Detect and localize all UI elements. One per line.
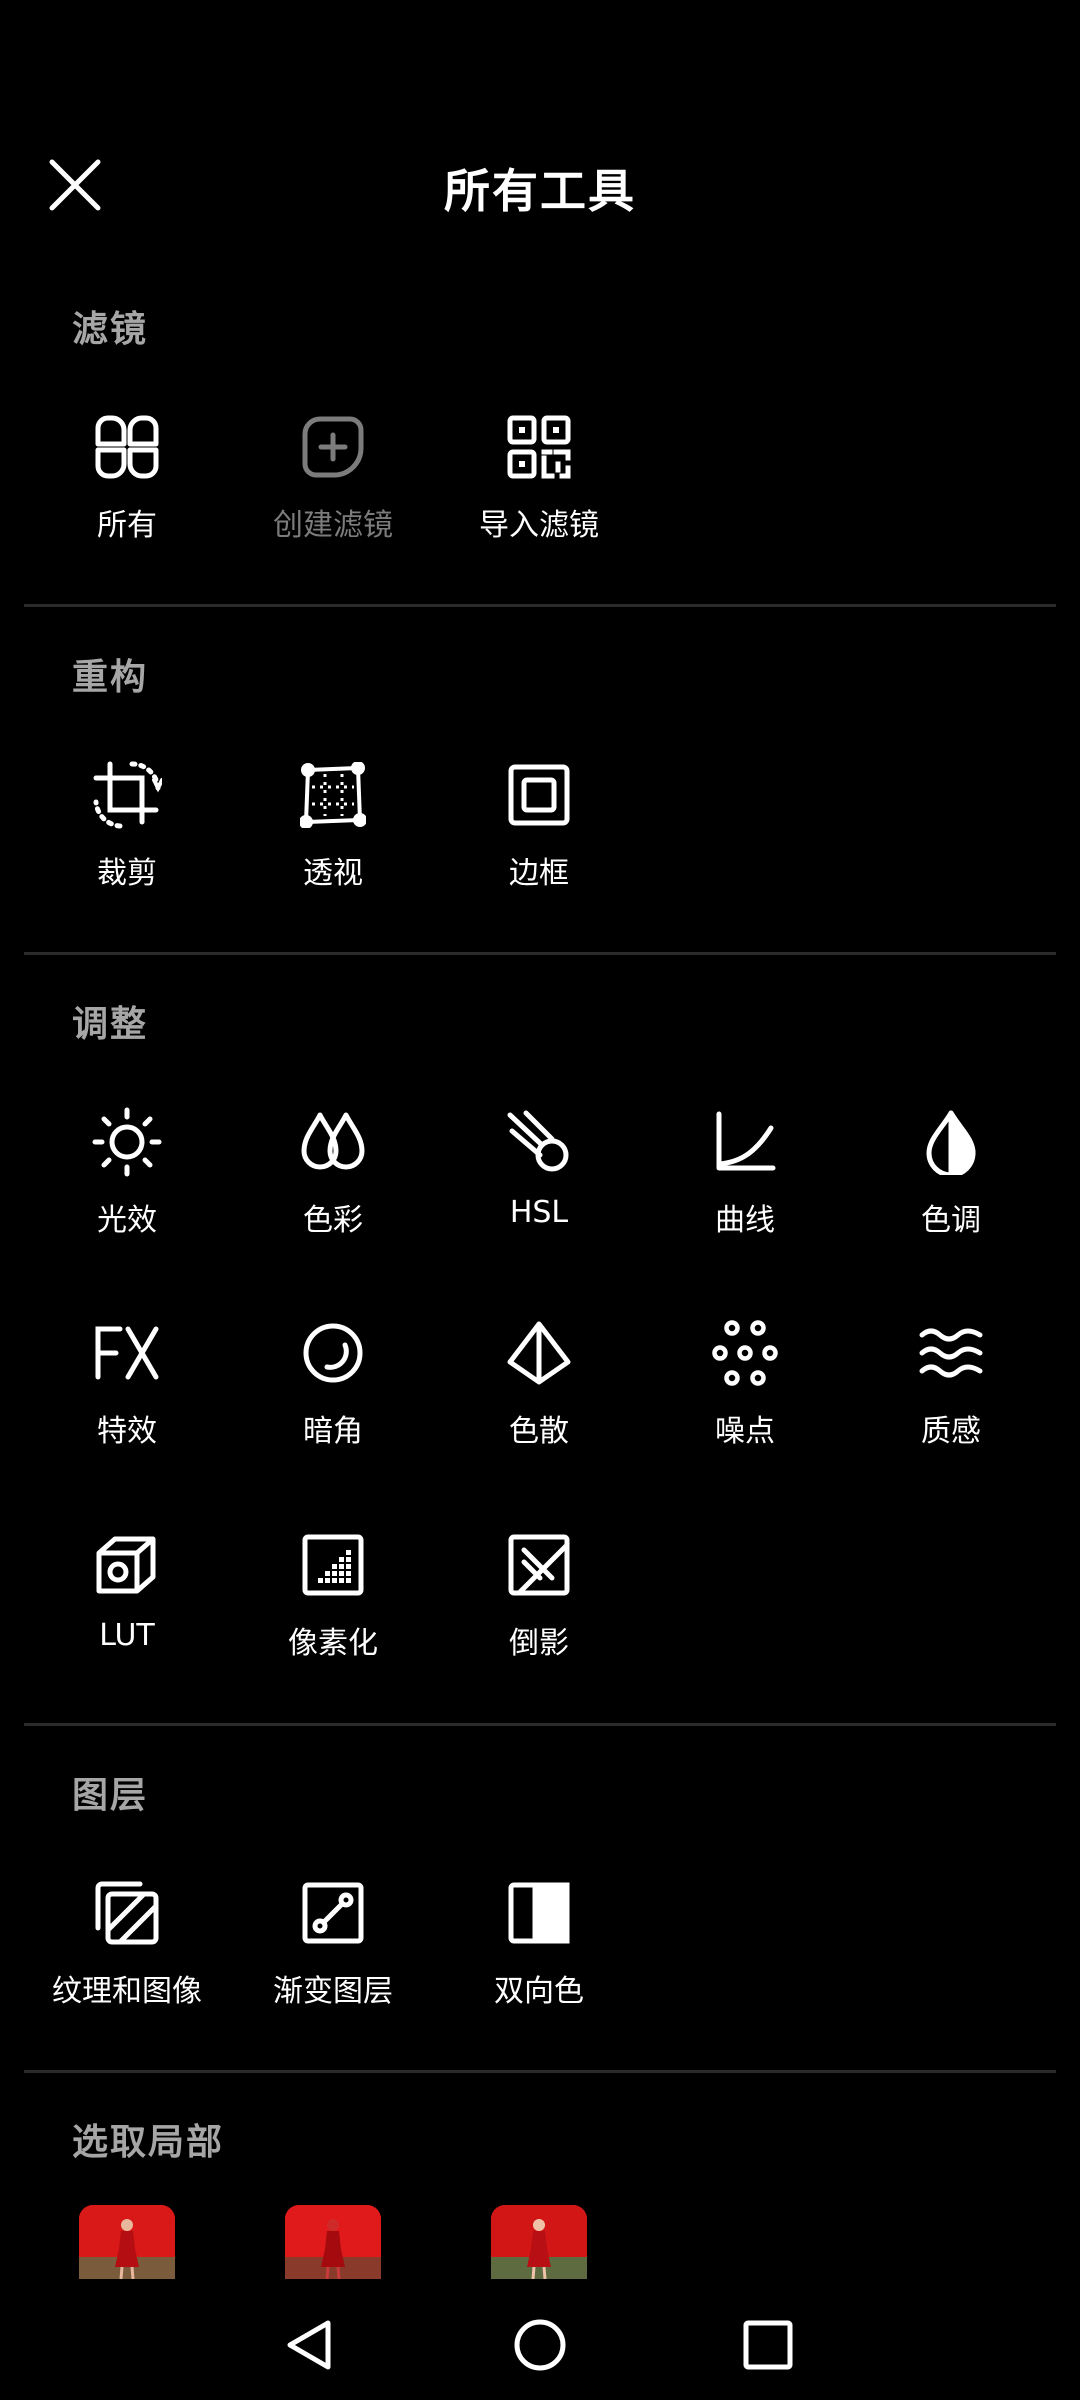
tool-label: 纹理和图像: [52, 1974, 202, 2009]
tool-hsl[interactable]: HSL: [436, 1107, 642, 1247]
section-reconstruct: 重构 裁剪 透视 边框: [0, 648, 1080, 955]
tool-noise[interactable]: 噪点: [642, 1318, 848, 1458]
duotone-icon: [504, 1878, 574, 1948]
tool-duotone[interactable]: 双向色: [436, 1878, 642, 2018]
tool-label: 像素化: [288, 1626, 378, 1661]
tool-tone[interactable]: 色调: [848, 1107, 1054, 1247]
tool-label: 渐变图层: [273, 1974, 393, 2009]
tool-texture[interactable]: 质感: [848, 1318, 1054, 1458]
section-title-reconstruct: 重构: [72, 657, 149, 698]
tool-curves[interactable]: 曲线: [642, 1107, 848, 1247]
tone-drop-icon: [916, 1107, 986, 1177]
divider: [24, 604, 1056, 607]
tool-label: 裁剪: [97, 856, 157, 891]
gradient-layer-icon: [298, 1878, 368, 1948]
tool-label: 创建滤镜: [273, 508, 393, 543]
tool-reflection[interactable]: 倒影: [436, 1530, 642, 1670]
section-layers: 图层 纹理和图像 渐变图层 双向色: [0, 1766, 1080, 2073]
tool-pixelate[interactable]: 像素化: [230, 1530, 436, 1670]
section-select-local: 选取局部: [0, 2113, 1080, 2283]
nav-recents-button[interactable]: [728, 2310, 808, 2380]
tool-all-filters[interactable]: 所有: [24, 412, 230, 552]
tool-label: 透视: [303, 856, 363, 891]
tool-import-filter[interactable]: 导入滤镜: [436, 412, 642, 552]
tool-effects[interactable]: 特效: [24, 1318, 230, 1458]
tool-label: 噪点: [715, 1414, 775, 1449]
prism-icon: [504, 1318, 574, 1388]
tool-label: 光效: [97, 1203, 157, 1238]
tool-label: 边框: [509, 856, 569, 891]
tool-color[interactable]: 色彩: [230, 1107, 436, 1247]
perspective-grid-icon: [298, 760, 368, 830]
tool-label: 色调: [921, 1203, 981, 1238]
reflection-icon: [504, 1530, 574, 1600]
noise-dots-icon: [710, 1318, 780, 1388]
divider: [24, 1723, 1056, 1726]
portrait-thumbnail-3[interactable]: [491, 2205, 587, 2279]
tool-border[interactable]: 边框: [436, 760, 642, 900]
vignette-icon: [298, 1318, 368, 1388]
waves-icon: [916, 1318, 986, 1388]
pixelate-icon: [298, 1530, 368, 1600]
section-title-select: 选取局部: [72, 2122, 225, 2163]
tool-light[interactable]: 光效: [24, 1107, 230, 1247]
tool-label: 曲线: [715, 1203, 775, 1238]
grid-petals-icon: [92, 412, 162, 482]
tool-texture-image[interactable]: 纹理和图像: [24, 1878, 230, 2018]
fx-icon: [92, 1318, 162, 1388]
section-title-layers: 图层: [72, 1775, 149, 1816]
tool-label: 质感: [921, 1414, 981, 1449]
section-adjust: 调整 光效 色彩 HSL 曲线 色调 特效 暗角 色散 噪点 质感 LUT 像素…: [0, 995, 1080, 1726]
section-filters: 滤镜 所有 创建滤镜 导入滤镜: [0, 300, 1080, 607]
lut-cube-icon: [92, 1530, 162, 1600]
add-filter-icon: [298, 412, 368, 482]
section-title-filters: 滤镜: [72, 309, 149, 350]
nav-back-icon: [287, 2320, 331, 2370]
tool-label: 双向色: [494, 1974, 584, 2009]
tool-label: 倒影: [509, 1626, 569, 1661]
tool-label: 色散: [509, 1414, 569, 1449]
tool-create-filter[interactable]: 创建滤镜: [230, 412, 436, 552]
divider: [24, 2070, 1056, 2073]
tool-perspective[interactable]: 透视: [230, 760, 436, 900]
tool-crop[interactable]: 裁剪: [24, 760, 230, 900]
tool-label: HSL: [509, 1195, 569, 1230]
crop-rotate-icon: [92, 760, 162, 830]
nav-back-button[interactable]: [270, 2310, 350, 2380]
color-drops-icon: [298, 1107, 368, 1177]
page-title: 所有工具: [444, 164, 636, 218]
tool-label: 导入滤镜: [479, 508, 599, 543]
qr-code-icon: [504, 412, 574, 482]
top-bar: 所有工具: [0, 0, 1080, 260]
nav-home-icon: [514, 2319, 566, 2371]
tool-label: 暗角: [303, 1414, 363, 1449]
curve-icon: [710, 1107, 780, 1177]
border-frame-icon: [504, 760, 574, 830]
tool-lut[interactable]: LUT: [24, 1530, 230, 1670]
hsl-comet-icon: [504, 1107, 574, 1177]
tool-label: 特效: [97, 1414, 157, 1449]
nav-recents-icon: [743, 2320, 793, 2370]
divider: [24, 952, 1056, 955]
tool-vignette[interactable]: 暗角: [230, 1318, 436, 1458]
tool-gradient-layer[interactable]: 渐变图层: [230, 1878, 436, 2018]
tool-dispersion[interactable]: 色散: [436, 1318, 642, 1458]
tool-label: 所有: [97, 508, 157, 543]
tool-label: LUT: [99, 1618, 155, 1653]
section-title-adjust: 调整: [72, 1004, 149, 1045]
nav-home-button[interactable]: [500, 2310, 580, 2380]
sun-icon: [92, 1107, 162, 1177]
portrait-thumbnail-1[interactable]: [79, 2205, 175, 2279]
portrait-thumbnail-2[interactable]: [285, 2205, 381, 2279]
tool-label: 色彩: [303, 1203, 363, 1238]
texture-image-icon: [92, 1878, 162, 1948]
